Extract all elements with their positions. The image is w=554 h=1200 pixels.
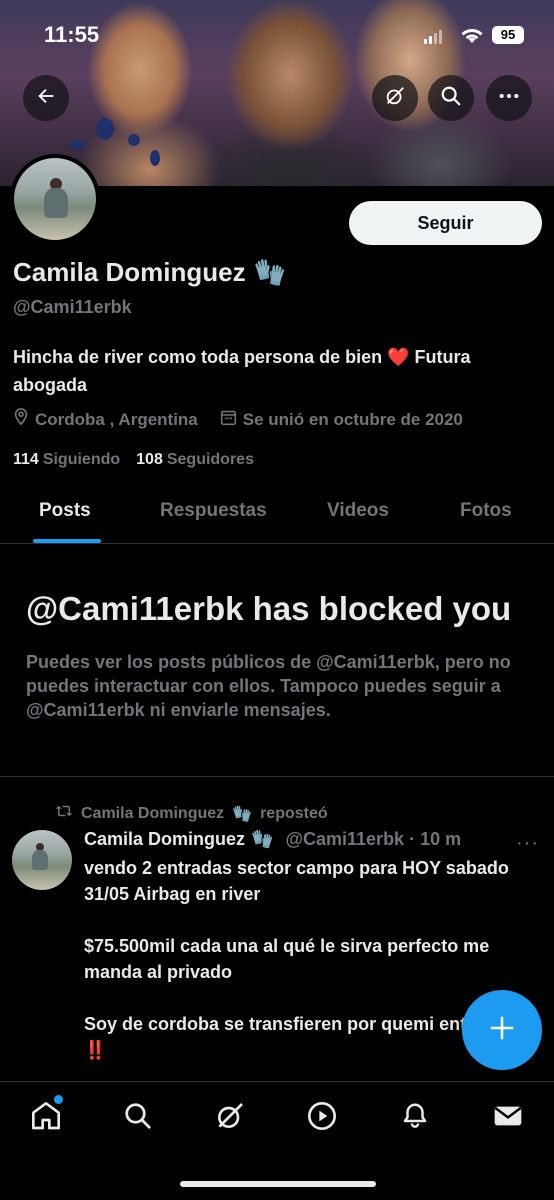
banner-detail [150, 150, 160, 166]
nav-search[interactable] [120, 1100, 156, 1136]
profile-avatar[interactable] [10, 154, 100, 244]
followers-count: 108 [136, 451, 163, 468]
battery-indicator: 95 [492, 26, 524, 44]
blocked-title: @Cami11erbk has blocked you [26, 590, 512, 627]
search-icon [123, 1101, 153, 1136]
followers-label: Seguidores [166, 451, 254, 468]
post-paragraph: $75.500mil cada una al qué le sirva perf… [84, 936, 490, 982]
divider [0, 776, 554, 777]
following-link[interactable]: 114 Siguiendo [13, 451, 120, 469]
post-more-button[interactable]: ··· [516, 832, 539, 855]
joined-text: Se unió en octubre de 2020 [242, 409, 463, 429]
location-text: Cordoba , Argentina [35, 409, 198, 429]
grok-button[interactable] [372, 75, 418, 121]
repost-indicator: Camila Dominguez 🧤 reposteó [55, 803, 328, 824]
avatar-detail [44, 188, 68, 218]
profile-name-text: Camila Dominguez [13, 257, 246, 287]
wifi-icon [460, 26, 484, 49]
post-author-name[interactable]: Camila Dominguez [84, 829, 245, 850]
nav-grok[interactable] [212, 1100, 248, 1136]
profile-meta: Cordoba , Argentina Se unió en octubre d… [13, 408, 485, 431]
more-icon: ··· [516, 832, 539, 854]
avatar-detail [32, 850, 48, 870]
post-author-avatar[interactable] [12, 830, 72, 890]
banner-detail [70, 140, 84, 150]
active-tab-indicator [33, 539, 101, 543]
nav-home[interactable] [28, 1100, 64, 1136]
search-icon [440, 85, 462, 112]
profile-name: Camila Dominguez 🧤 [13, 257, 286, 288]
post-author-emoji: 🧤 [251, 829, 274, 849]
banner-detail [96, 118, 114, 140]
follow-button[interactable]: Seguir [349, 201, 542, 245]
repost-by: Camila Dominguez [81, 804, 225, 822]
plus-icon [487, 1013, 517, 1048]
profile-location: Cordoba , Argentina [13, 408, 198, 431]
bell-icon [400, 1101, 430, 1136]
following-label: Siguiendo [42, 451, 121, 468]
tab-fotos[interactable]: Fotos [460, 500, 512, 522]
repost-icon [55, 803, 73, 824]
tab-posts[interactable]: Posts [39, 500, 91, 522]
profile-stats: 114 Siguiendo 108 Seguidores [13, 451, 254, 469]
post-paragraph: vendo 2 entradas sector campo para HOY s… [84, 858, 509, 904]
calendar-icon [220, 409, 237, 431]
back-button[interactable] [23, 75, 69, 121]
more-button[interactable] [486, 75, 532, 121]
home-indicator [180, 1181, 376, 1187]
blocked-description: Puedes ver los posts públicos de @Cami11… [26, 652, 511, 720]
glove-emoji: 🧤 [253, 257, 286, 287]
repost-label: reposteó [260, 804, 328, 822]
status-bar: 11:55 95 [0, 18, 554, 52]
post-handle-time: @Cami11erbk · 10 m [285, 829, 462, 849]
profile-tabs: Posts Respuestas Videos Fotos [0, 490, 554, 544]
status-time: 11:55 [44, 22, 100, 47]
nav-messages[interactable] [490, 1100, 526, 1136]
grok-icon [384, 85, 406, 112]
arrow-left-icon [35, 85, 57, 112]
repost-emoji: 🧤 [232, 805, 253, 823]
tab-respuestas[interactable]: Respuestas [160, 500, 267, 522]
banner-detail [128, 134, 140, 146]
profile-joined: Se unió en octubre de 2020 [220, 409, 463, 431]
signal-icon [424, 30, 442, 44]
compose-button[interactable] [462, 990, 542, 1070]
home-icon [30, 1100, 62, 1137]
profile-bio: Hincha de river como toda persona de bie… [13, 347, 471, 395]
more-icon [498, 85, 520, 112]
post-header: Camila Dominguez 🧤 @Cami11erbk · 10 m [84, 829, 461, 850]
profile-handle: @Cami11erbk [13, 297, 132, 317]
following-count: 114 [13, 451, 39, 468]
mail-icon [492, 1100, 524, 1137]
search-button[interactable] [428, 75, 474, 121]
nav-videos[interactable] [304, 1100, 340, 1136]
location-pin-icon [13, 408, 29, 431]
play-icon [306, 1100, 338, 1137]
grok-icon [214, 1100, 246, 1137]
post-text[interactable]: vendo 2 entradas sector campo para HOY s… [84, 855, 530, 1089]
notification-dot [54, 1095, 63, 1104]
nav-notifications[interactable] [397, 1100, 433, 1136]
tab-videos[interactable]: Videos [327, 500, 389, 522]
followers-link[interactable]: 108 Seguidores [136, 451, 254, 469]
